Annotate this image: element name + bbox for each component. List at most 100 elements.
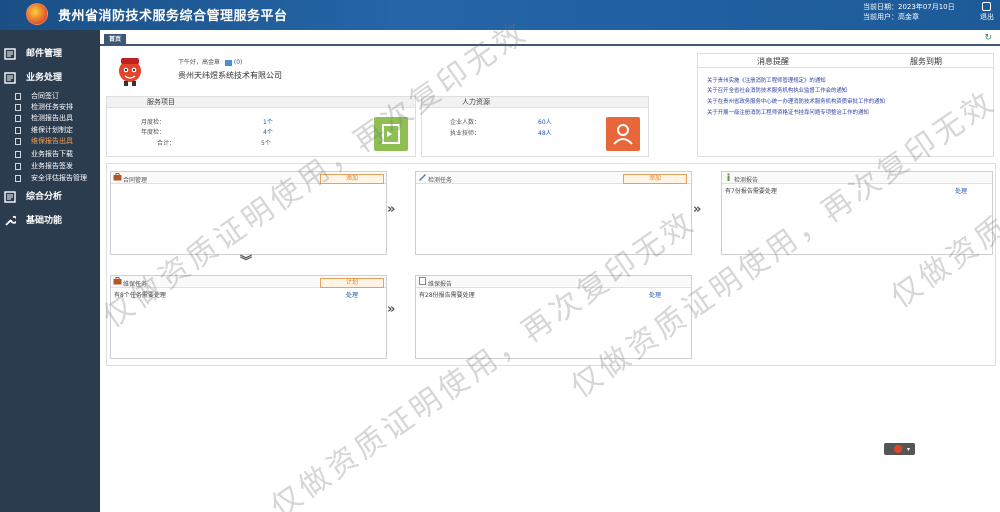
sidebar-group-business[interactable]: 业务处理	[4, 70, 62, 84]
tab-bar: 首页 ↻	[100, 33, 1000, 46]
workflow-area: 合同管理 添加 » 检测任务 添加 » 检测报告 有7份报告需要处理 处理 ︾ …	[106, 163, 996, 366]
doc-small-icon	[15, 126, 21, 134]
panel-title: 检测任务	[428, 177, 453, 184]
hr-row-label: 企业人数：	[450, 119, 481, 126]
service-row-label: 年度检：	[141, 129, 166, 136]
pending-text: 有7份报告需要处理	[725, 188, 777, 195]
process-link[interactable]: 处理	[346, 290, 358, 299]
sidebar-item-maintenance-plan[interactable]: 维保计划制定	[15, 125, 73, 135]
contract-panel: 合同管理 添加	[110, 171, 387, 255]
doc-small-icon	[15, 137, 21, 145]
add-contract-button[interactable]: 添加	[320, 174, 384, 184]
service-row-label: 月度检：	[141, 119, 166, 126]
message-icon[interactable]	[224, 59, 232, 66]
process-link[interactable]: 处理	[649, 290, 661, 299]
doc-small-icon	[15, 114, 21, 122]
panel-title: 检测报告	[734, 177, 759, 184]
plan-button[interactable]: 计划	[320, 278, 384, 288]
header-info: 当前日期：2023年07月10日 当前用户：高金章	[863, 2, 955, 22]
service-row-value[interactable]: 1个	[263, 117, 273, 126]
sidebar: 邮件管理 业务处理 合同签订 检测任务安排 检测报告出具 维保计划制定 维保报告…	[0, 30, 100, 512]
panel-title: 维保报告	[428, 281, 453, 288]
doc-small-icon	[15, 162, 21, 170]
current-date: 当前日期：2023年07月10日	[863, 3, 955, 11]
service-tile-icon[interactable]	[374, 117, 408, 151]
pending-text: 有28份报告需要处理	[419, 292, 475, 299]
tab-home[interactable]: 首页	[104, 34, 127, 45]
flow-arrow-right: »	[387, 302, 396, 317]
greeting-text: 下午好，高金章	[178, 59, 221, 66]
logout-button[interactable]: 退出	[980, 12, 994, 22]
sidebar-item-safety-report[interactable]: 安全评估报告管理	[15, 173, 87, 183]
notice-panel: 消息提醒 服务到期 关于贵州实施《注册消防工程师管理规定》的通知 关于召开全省社…	[697, 53, 994, 157]
briefcase-icon	[113, 277, 122, 285]
hr-row-label: 执业技师：	[450, 130, 481, 137]
current-user: 当前用户：高金章	[863, 13, 919, 21]
briefcase-icon	[113, 173, 122, 181]
maintenance-task-panel: 维保任务 计划 有8个任务需要处理 处理	[110, 275, 387, 359]
mail-icon	[4, 47, 16, 60]
info-icon	[727, 173, 730, 181]
doc-small-icon	[15, 103, 21, 111]
hr-title: 人力资源	[422, 97, 648, 108]
document-icon	[419, 277, 426, 285]
hr-row-value[interactable]: 60人	[538, 117, 552, 126]
hr-tile-icon[interactable]	[606, 117, 640, 151]
app-badge-icon	[894, 445, 902, 453]
panel-header: 维保报告	[416, 276, 691, 288]
flow-arrow-right: »	[693, 202, 702, 217]
hr-box: 人力资源 企业人数： 60人 执业技师： 48人	[421, 96, 649, 157]
inspection-report-panel: 检测报告 有7份报告需要处理 处理	[721, 171, 993, 255]
service-box: 服务项目 月度检： 1个 年度检： 4个 合计： 5个	[106, 96, 416, 157]
panel-header: 合同管理 添加	[111, 172, 386, 184]
notice-link[interactable]: 关于在贵州省政务服务中心统一办理消防技术服务机构资质审批工作的通知	[707, 97, 885, 105]
refresh-icon[interactable]: ↻	[984, 33, 992, 43]
panel-title: 维保任务	[123, 281, 148, 288]
notice-divider	[698, 67, 993, 68]
app-title: 贵州省消防技术服务综合管理服务平台	[58, 9, 288, 24]
message-count[interactable]: (0)	[234, 59, 243, 66]
sidebar-item-maintenance-report[interactable]: 维保报告出具	[15, 136, 73, 146]
sidebar-group-basic[interactable]: 基础功能	[4, 213, 62, 227]
sidebar-item-inspection-report[interactable]: 检测报告出具	[15, 113, 73, 123]
top-header: 贵州省消防技术服务综合管理服务平台 当前日期：2023年07月10日 当前用户：…	[0, 0, 1000, 30]
notice-link[interactable]: 关于开展一级注册消防工程师资格证书挂靠问题专项整治工作的通知	[707, 108, 869, 116]
tab-reminders[interactable]: 消息提醒	[757, 56, 789, 67]
inspection-task-panel: 检测任务 添加	[415, 171, 692, 255]
pencil-icon	[419, 174, 426, 181]
sidebar-item-report-download[interactable]: 业务报告下载	[15, 149, 73, 159]
sidebar-item-contract[interactable]: 合同签订	[15, 91, 59, 101]
panel-title: 合同管理	[123, 177, 148, 184]
maintenance-report-panel: 维保报告 有28份报告需要处理 处理	[415, 275, 692, 359]
sidebar-item-report-issue[interactable]: 业务报告签发	[15, 161, 73, 171]
floating-toolbar[interactable]: ▾	[884, 443, 915, 455]
process-link[interactable]: 处理	[955, 186, 967, 195]
service-row-value: 5个	[261, 140, 271, 147]
doc-small-icon	[15, 92, 21, 100]
avatar	[119, 58, 141, 86]
wrench-icon	[5, 215, 16, 226]
notice-link[interactable]: 关于贵州实施《注册消防工程师管理规定》的通知	[707, 76, 826, 84]
service-row-value[interactable]: 4个	[263, 127, 273, 136]
document-icon	[4, 71, 16, 84]
doc-small-icon	[15, 150, 21, 158]
company-name: 贵州天纬煜系统技术有限公司	[178, 71, 282, 80]
panel-header: 维保任务 计划	[111, 276, 386, 288]
hr-row-value[interactable]: 48人	[538, 128, 552, 137]
app-logo	[26, 3, 48, 25]
sidebar-group-mail[interactable]: 邮件管理	[4, 46, 62, 60]
add-inspection-button[interactable]: 添加	[623, 174, 687, 184]
chevron-down-icon: ▾	[907, 446, 911, 453]
doc-small-icon	[15, 174, 21, 182]
chart-icon	[4, 190, 16, 203]
pending-text: 有8个任务需要处理	[114, 292, 166, 299]
tab-service-expiry[interactable]: 服务到期	[910, 56, 942, 67]
service-row-label: 合计：	[157, 140, 176, 147]
service-title: 服务项目	[107, 97, 415, 108]
notice-link[interactable]: 关于召开全省社会消防技术服务机构执业监督工作会的通知	[707, 86, 847, 94]
logout-icon[interactable]	[982, 2, 991, 11]
sidebar-group-analysis[interactable]: 综合分析	[4, 189, 62, 203]
flow-arrow-down: ︾	[240, 254, 253, 268]
greeting: 下午好，高金章 (0)	[178, 57, 242, 66]
sidebar-item-inspection-task[interactable]: 检测任务安排	[15, 102, 73, 112]
